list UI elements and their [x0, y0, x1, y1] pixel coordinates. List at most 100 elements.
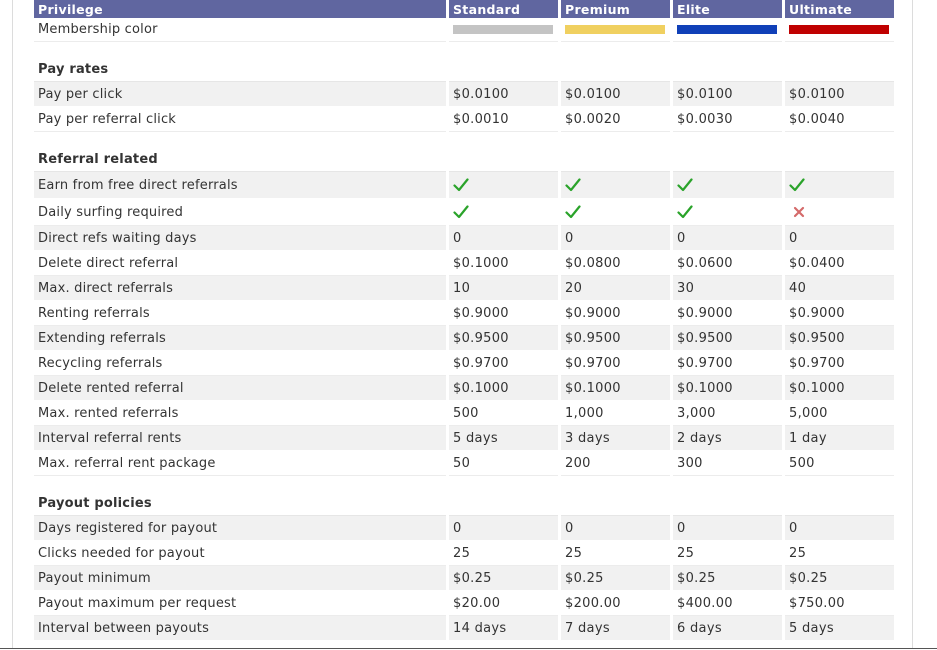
table-row: Clicks needed for payout 25 25 25 25 — [34, 541, 894, 566]
value-premium: 25 — [561, 541, 670, 566]
value-premium — [561, 172, 670, 199]
row-label: Recycling referrals — [34, 351, 446, 376]
row-label: Earn from free direct referrals — [34, 172, 446, 199]
value-elite: $0.0100 — [673, 82, 782, 107]
value-standard: 500 — [449, 401, 558, 426]
section-title-filler — [785, 492, 894, 516]
value-premium: 3 days — [561, 426, 670, 451]
table-header-row: Privilege Standard Premium Elite Ultimat… — [34, 0, 894, 18]
row-label: Direct refs waiting days — [34, 226, 446, 251]
value-standard — [449, 199, 558, 226]
value-standard: 0 — [449, 226, 558, 251]
header-tier-standard: Standard — [449, 0, 558, 18]
section-title-filler — [449, 148, 558, 172]
value-ultimate: $0.9500 — [785, 326, 894, 351]
table-row: Payout minimum $0.25 $0.25 $0.25 $0.25 — [34, 566, 894, 591]
value-elite: 0 — [673, 516, 782, 541]
section-title-row: Payout policies — [34, 492, 894, 516]
value-ultimate — [785, 199, 894, 226]
swatch-cell — [673, 18, 782, 42]
value-premium: $0.25 — [561, 566, 670, 591]
value-standard: 0 — [449, 516, 558, 541]
window-bottom-edge — [0, 648, 937, 649]
spacer-cell — [34, 476, 894, 492]
value-elite: $0.9700 — [673, 351, 782, 376]
row-label: Payout maximum per request — [34, 591, 446, 616]
color-swatch-ultimate — [789, 25, 889, 34]
value-ultimate: 0 — [785, 226, 894, 251]
value-premium — [561, 199, 670, 226]
value-standard: $0.25 — [449, 566, 558, 591]
value-ultimate: $0.0100 — [785, 82, 894, 107]
section-title: Payout policies — [34, 492, 446, 516]
value-premium: $0.9700 — [561, 351, 670, 376]
row-label: Interval referral rents — [34, 426, 446, 451]
value-standard — [449, 172, 558, 199]
value-standard: $0.9500 — [449, 326, 558, 351]
value-premium: $0.9500 — [561, 326, 670, 351]
value-ultimate: 0 — [785, 516, 894, 541]
value-ultimate — [785, 172, 894, 199]
value-standard: $20.00 — [449, 591, 558, 616]
value-standard: 50 — [449, 451, 558, 476]
value-ultimate: 25 — [785, 541, 894, 566]
table-row: Pay per click $0.0100 $0.0100 $0.0100 $0.010… — [34, 82, 894, 107]
header-privilege: Privilege — [34, 0, 446, 18]
row-label: Daily surfing required — [34, 199, 446, 226]
swatch-cell — [785, 18, 894, 42]
check-icon — [565, 204, 581, 220]
value-standard: $0.1000 — [449, 251, 558, 276]
value-elite: 300 — [673, 451, 782, 476]
swatch-cell — [561, 18, 670, 42]
table-row: Delete direct referral $0.1000 $0.0800 $0.0… — [34, 251, 894, 276]
value-standard: $0.9000 — [449, 301, 558, 326]
check-icon — [453, 177, 469, 193]
section-spacer — [34, 476, 894, 492]
membership-color-row: Membership color — [34, 18, 894, 42]
value-elite — [673, 199, 782, 226]
value-elite: $400.00 — [673, 591, 782, 616]
value-standard: $0.1000 — [449, 376, 558, 401]
value-elite: 30 — [673, 276, 782, 301]
value-ultimate: 40 — [785, 276, 894, 301]
table-row: Delete rented referral $0.1000 $0.1000 $0.1… — [34, 376, 894, 401]
value-standard: 5 days — [449, 426, 558, 451]
table-row: Direct refs waiting days 0 0 0 0 — [34, 226, 894, 251]
value-ultimate: 500 — [785, 451, 894, 476]
swatch-cell — [449, 18, 558, 42]
table-row: Days registered for payout 0 0 0 0 — [34, 516, 894, 541]
value-ultimate: $0.0040 — [785, 107, 894, 132]
row-label: Pay per click — [34, 82, 446, 107]
table-row: Recycling referrals $0.9700 $0.9700 $0.9700… — [34, 351, 894, 376]
value-ultimate: $0.9000 — [785, 301, 894, 326]
value-ultimate: 5,000 — [785, 401, 894, 426]
value-premium: 0 — [561, 516, 670, 541]
table-row: Earn from free direct referrals — [34, 172, 894, 199]
value-ultimate: $750.00 — [785, 591, 894, 616]
value-premium: 200 — [561, 451, 670, 476]
row-label: Delete direct referral — [34, 251, 446, 276]
table-row: Interval between payouts 14 days 7 days 6 d… — [34, 616, 894, 641]
spacer-cell — [34, 132, 894, 148]
value-elite: $0.25 — [673, 566, 782, 591]
value-standard: 10 — [449, 276, 558, 301]
section-title-row: Pay rates — [34, 58, 894, 82]
section-title-row: Referral related — [34, 148, 894, 172]
value-ultimate: 1 day — [785, 426, 894, 451]
check-icon — [565, 177, 581, 193]
color-swatch-elite — [677, 25, 777, 34]
section-title-filler — [561, 492, 670, 516]
value-elite: 2 days — [673, 426, 782, 451]
value-elite: 6 days — [673, 616, 782, 641]
row-label: Interval between payouts — [34, 616, 446, 641]
header-tier-elite: Elite — [673, 0, 782, 18]
value-premium: $0.0800 — [561, 251, 670, 276]
row-label: Renting referrals — [34, 301, 446, 326]
section-title-filler — [673, 492, 782, 516]
color-swatch-standard — [453, 25, 553, 34]
check-icon — [677, 177, 693, 193]
header-tier-ultimate: Ultimate — [785, 0, 894, 18]
value-elite: 0 — [673, 226, 782, 251]
table-row: Payout maximum per request $20.00 $200.00 $… — [34, 591, 894, 616]
value-elite — [673, 172, 782, 199]
